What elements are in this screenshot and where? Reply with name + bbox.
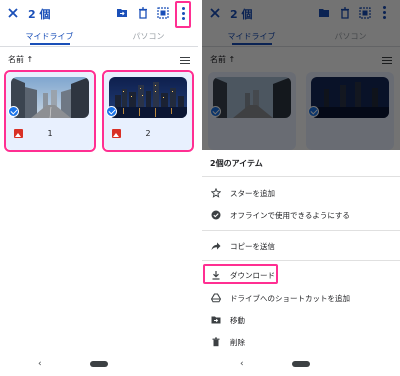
selection-toolbar: 2 個: [0, 0, 198, 28]
menu-item-send-copy[interactable]: コピーを送信: [202, 237, 400, 257]
more-options-button[interactable]: [175, 1, 191, 28]
selected-check-icon: [106, 106, 117, 117]
tab-my-drive[interactable]: マイドライブ: [0, 31, 99, 42]
tab-bar: マイドライブ パソコン: [0, 28, 198, 46]
download-highlight-frame: [203, 264, 278, 284]
scrim-overlay[interactable]: [202, 0, 400, 150]
move-folder-icon[interactable]: [116, 7, 128, 19]
back-icon[interactable]: ‹: [240, 359, 244, 369]
selected-check-icon: [8, 106, 19, 117]
menu-label: オフラインで使用できるようにする: [230, 211, 350, 220]
divider: [202, 176, 400, 177]
back-icon[interactable]: ‹: [38, 359, 42, 369]
sort-by-name-button[interactable]: 名前 ↑: [8, 54, 33, 65]
tab-computers[interactable]: パソコン: [99, 31, 198, 42]
menu-label: 削除: [230, 338, 245, 347]
menu-item-move[interactable]: 移動: [202, 311, 400, 331]
sort-row: 名前 ↑: [0, 54, 198, 68]
more-vert-icon: [182, 7, 185, 22]
file-card[interactable]: 1: [4, 70, 96, 152]
system-nav-bar: ‹: [202, 356, 400, 376]
list-view-icon[interactable]: [180, 57, 190, 64]
close-icon[interactable]: [6, 6, 20, 20]
trash-icon[interactable]: [137, 7, 149, 19]
file-thumbnail: [11, 77, 89, 118]
system-nav-bar: ‹: [0, 356, 198, 376]
file-name: 1: [47, 129, 53, 138]
right-screen: 2 個 マイドライブ パソコン 名前 ↑: [202, 0, 400, 376]
left-screen: 2 個 マイドライブ パソコン 名前 ↑ 1 2 ‹: [0, 0, 198, 376]
offline-check-icon: [211, 210, 221, 220]
divider: [202, 260, 400, 261]
menu-item-offline[interactable]: オフラインで使用できるようにする: [202, 206, 400, 226]
sheet-title: 2個のアイテム: [210, 159, 263, 168]
divider: [0, 46, 198, 47]
divider: [202, 230, 400, 231]
menu-item-delete[interactable]: 削除: [202, 333, 400, 353]
trash-icon: [212, 337, 220, 347]
file-name: 2: [145, 129, 151, 138]
menu-item-add-star[interactable]: スターを追加: [202, 184, 400, 204]
menu-label: ドライブへのショートカットを追加: [230, 294, 350, 303]
select-all-icon[interactable]: [157, 7, 169, 19]
active-tab-indicator: [30, 43, 70, 45]
drive-shortcut-icon: [211, 293, 221, 303]
file-thumbnail: [109, 77, 187, 118]
file-grid: 1 2: [0, 70, 198, 152]
move-folder-icon: [211, 316, 221, 324]
home-pill[interactable]: [292, 361, 310, 367]
share-arrow-icon: [211, 242, 221, 250]
menu-label: 移動: [230, 316, 245, 325]
bottom-sheet-menu: 2個のアイテム スターを追加 オフラインで使用できるようにする コピーを送信 ダ…: [202, 150, 400, 356]
menu-item-add-shortcut[interactable]: ドライブへのショートカットを追加: [202, 289, 400, 309]
file-card[interactable]: 2: [102, 70, 194, 152]
selected-count: 2 個: [28, 8, 51, 21]
menu-label: コピーを送信: [230, 242, 275, 251]
menu-label: スターを追加: [230, 189, 275, 198]
home-pill[interactable]: [90, 361, 108, 367]
star-icon: [211, 188, 221, 198]
